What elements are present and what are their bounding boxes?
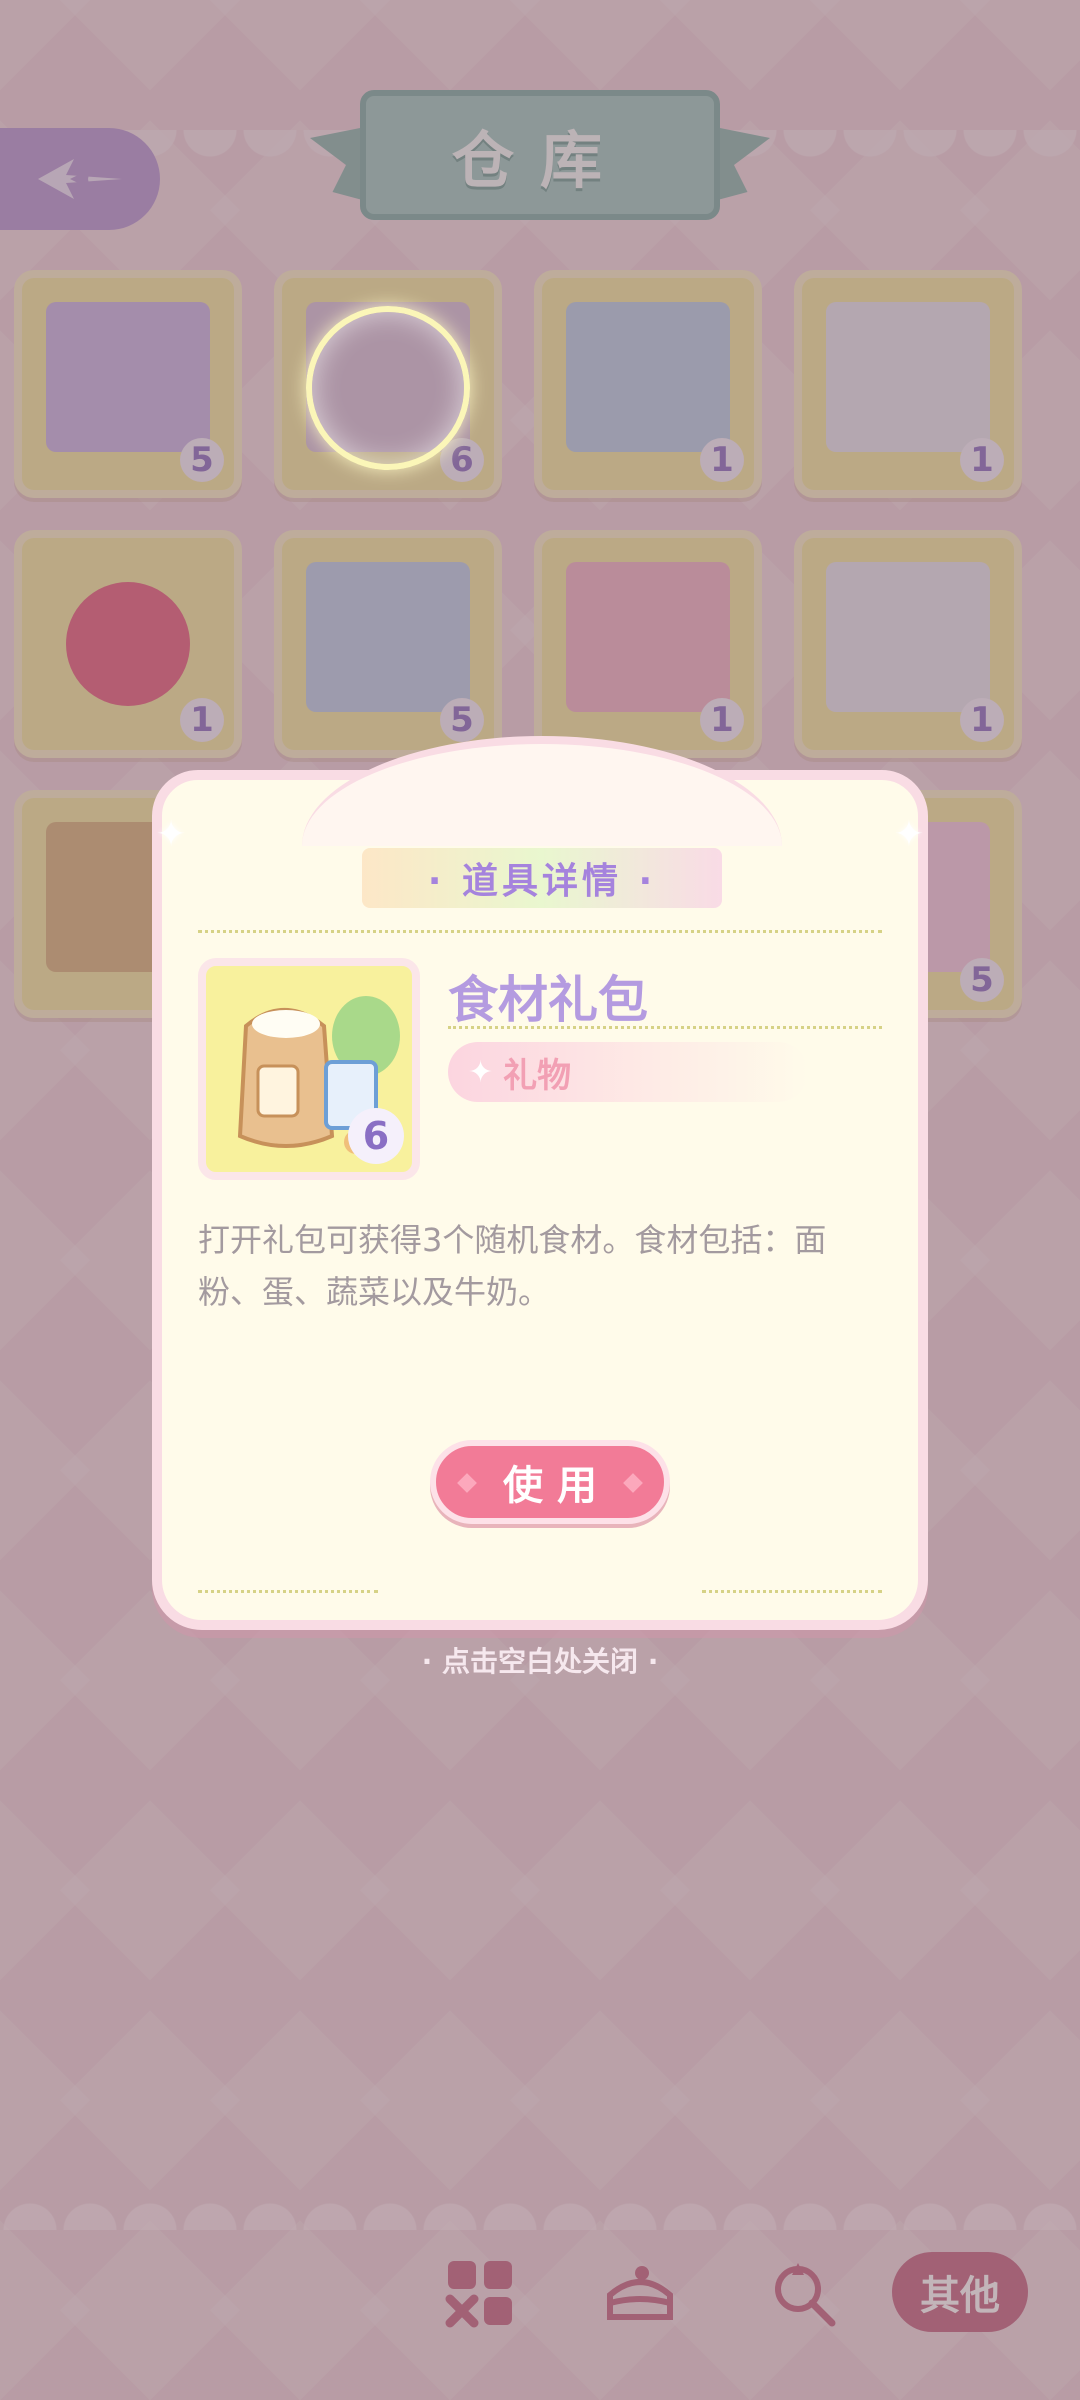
item-image: 6 [198,958,420,1180]
use-button-label: 使用 [503,1463,611,1509]
item-category-tag: ✦ 礼物 [448,1042,808,1102]
sparkle-icon: ✦ [893,814,924,855]
selection-ring [306,306,470,470]
divider [198,1590,378,1593]
use-button[interactable]: 使用 [430,1440,670,1524]
sparkle-icon: ✦ [156,814,187,855]
modal-title-banner: · 道具详情 · [362,848,722,908]
diamond-decoration [457,1473,477,1493]
divider [702,1590,882,1593]
item-count-badge: 6 [348,1108,404,1164]
divider [448,1026,882,1029]
divider [198,930,882,933]
item-detail-modal: ✦ ✦ · 道具详情 · 6 食材礼包 ✦ 礼物 打开礼包可获得3个随机食材。食… [152,736,928,1630]
modal-title: · 道具详情 · [427,861,657,902]
item-name: 食材礼包 [448,971,648,1029]
item-category-label: 礼物 [503,1055,572,1096]
diamond-decoration [623,1473,643,1493]
item-description: 打开礼包可获得3个随机食材。食材包括：面粉、蛋、蔬菜以及牛奶。 [198,1221,827,1311]
sparkle-icon: ✦ [468,1054,494,1090]
close-hint: · 点击空白处关闭 · [421,1645,659,1678]
